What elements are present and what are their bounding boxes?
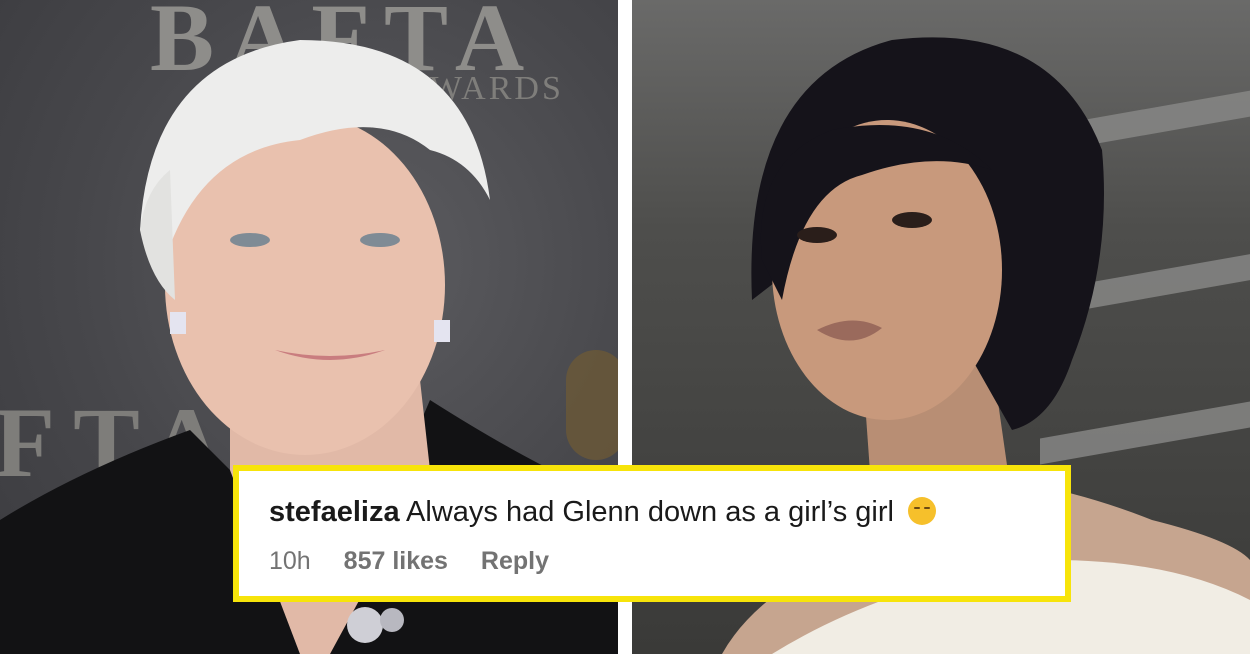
comment-username[interactable]: stefaeliza — [269, 496, 400, 528]
relieved-face-emoji-icon — [907, 497, 936, 525]
comment-card: stefaeliza Always had Glenn down as a gi… — [233, 465, 1071, 602]
comment-meta: 10h 857 likes Reply — [269, 546, 1035, 576]
comment-text: Always had Glenn down as a girl’s girl — [406, 496, 894, 528]
comment-likes[interactable]: 857 likes — [344, 547, 448, 575]
comment-timestamp: 10h — [269, 547, 311, 575]
reply-button[interactable]: Reply — [481, 547, 549, 575]
comment-body: stefaeliza Always had Glenn down as a gi… — [269, 495, 1035, 529]
